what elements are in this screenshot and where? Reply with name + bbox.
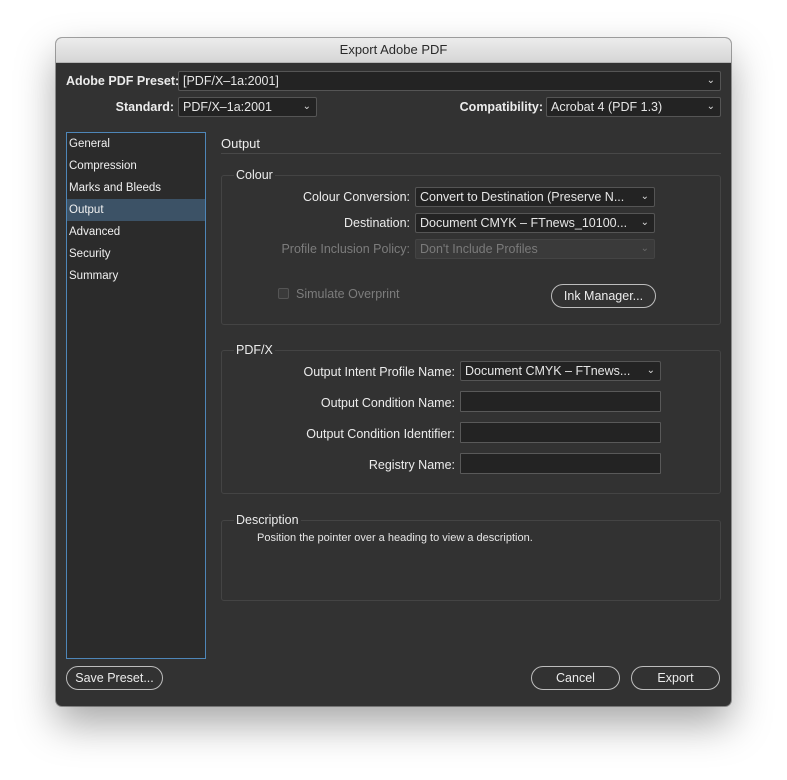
colour-conversion-value: Convert to Destination (Preserve N... (420, 190, 625, 204)
output-intent-label: Output Intent Profile Name: (303, 365, 455, 379)
chevron-down-icon: ⌄ (640, 217, 649, 228)
preset-dropdown[interactable]: [PDF/X–1a:2001] ⌄ (178, 71, 721, 91)
chevron-down-icon: ⌄ (706, 101, 715, 112)
sidebar-item-general[interactable]: General (67, 133, 205, 155)
category-list: General Compression Marks and Bleeds Out… (66, 132, 206, 659)
title-divider (221, 153, 721, 154)
profile-inclusion-dropdown: Don't Include Profiles ⌄ (415, 239, 655, 259)
sidebar-item-advanced[interactable]: Advanced (67, 221, 205, 243)
page-title: Output (221, 136, 261, 151)
registry-name-label: Registry Name: (368, 458, 455, 472)
compatibility-value: Acrobat 4 (PDF 1.3) (551, 100, 663, 114)
standard-value: PDF/X–1a:2001 (183, 100, 272, 114)
output-intent-value: Document CMYK – FTnews... (465, 364, 631, 378)
preset-label: Adobe PDF Preset: (66, 74, 180, 88)
sidebar-item-marks-and-bleeds[interactable]: Marks and Bleeds (67, 177, 205, 199)
destination-label: Destination: (343, 216, 410, 230)
destination-value: Document CMYK – FTnews_10100... (420, 216, 628, 230)
simulate-overprint-label: Simulate Overprint (296, 287, 400, 301)
window-title: Export Adobe PDF (56, 38, 731, 63)
export-button[interactable]: Export (631, 666, 720, 690)
compatibility-label: Compatibility: (459, 100, 543, 114)
chevron-down-icon: ⌄ (706, 75, 715, 86)
output-condition-name-label: Output Condition Name: (320, 396, 455, 410)
save-preset-button[interactable]: Save Preset... (66, 666, 163, 690)
colour-group-title: Colour (234, 168, 275, 182)
sidebar-item-output[interactable]: Output (67, 199, 205, 221)
compatibility-dropdown[interactable]: Acrobat 4 (PDF 1.3) ⌄ (546, 97, 721, 117)
sidebar-item-security[interactable]: Security (67, 243, 205, 265)
profile-inclusion-value: Don't Include Profiles (420, 242, 538, 256)
pdfx-group-title: PDF/X (234, 343, 275, 357)
ink-manager-button[interactable]: Ink Manager... (551, 284, 656, 308)
profile-inclusion-label: Profile Inclusion Policy: (281, 242, 410, 256)
colour-conversion-dropdown[interactable]: Convert to Destination (Preserve N... ⌄ (415, 187, 655, 207)
destination-dropdown[interactable]: Document CMYK – FTnews_10100... ⌄ (415, 213, 655, 233)
sidebar-item-compression[interactable]: Compression (67, 155, 205, 177)
chevron-down-icon: ⌄ (640, 191, 649, 202)
sidebar-item-summary[interactable]: Summary (67, 265, 205, 287)
description-text: Position the pointer over a heading to v… (257, 532, 533, 544)
output-condition-identifier-field[interactable] (460, 422, 661, 443)
standard-dropdown[interactable]: PDF/X–1a:2001 ⌄ (178, 97, 317, 117)
description-group-title: Description (234, 513, 301, 527)
colour-conversion-label: Colour Conversion: (303, 190, 410, 204)
simulate-overprint-checkbox (278, 288, 289, 299)
output-intent-dropdown[interactable]: Document CMYK – FTnews... ⌄ (460, 361, 661, 381)
standard-label: Standard: (115, 100, 174, 114)
output-condition-name-field[interactable] (460, 391, 661, 412)
chevron-down-icon: ⌄ (646, 365, 655, 376)
export-pdf-dialog: Export Adobe PDF Adobe PDF Preset: [PDF/… (56, 38, 731, 706)
chevron-down-icon: ⌄ (640, 243, 649, 254)
registry-name-field[interactable] (460, 453, 661, 474)
preset-value: [PDF/X–1a:2001] (183, 74, 279, 88)
chevron-down-icon: ⌄ (302, 101, 311, 112)
output-condition-identifier-label: Output Condition Identifier: (306, 427, 455, 441)
cancel-button[interactable]: Cancel (531, 666, 620, 690)
